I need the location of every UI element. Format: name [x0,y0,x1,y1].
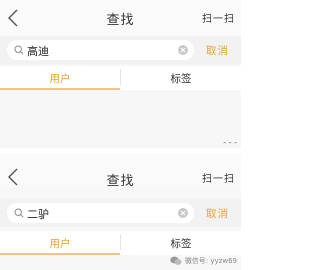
cancel-button[interactable]: 取消 [206,206,229,221]
search-input[interactable]: 高迪 [7,40,194,60]
tab-tag[interactable]: 标签 [121,71,241,86]
tab-tag[interactable]: 标签 [121,236,241,251]
search-query-text: 高迪 [27,45,49,58]
search-icon [14,45,24,55]
clear-icon[interactable] [178,45,188,55]
more-indicator: - - - [223,138,237,147]
tab-user[interactable]: 用户 [0,71,120,86]
watermark-text: 微信号: yyzw69 [184,257,237,265]
search-input[interactable]: 二驴 [7,203,194,223]
wechat-icon [170,256,182,265]
active-tab-indicator [0,253,120,255]
tab-user[interactable]: 用户 [0,236,120,251]
cancel-button[interactable]: 取消 [206,43,229,58]
watermark: 微信号: yyzw69 [170,256,237,266]
scan-button[interactable]: 扫一扫 [202,170,235,185]
clear-icon[interactable] [178,208,188,218]
search-row: 二驴 取消 [0,199,241,227]
navigation-bar: 查找 扫一扫 [0,154,241,189]
result-tabs: 用户 标签 [0,66,241,90]
search-query-text: 二驴 [27,208,49,221]
search-screen-1: 查找 扫一扫 高迪 取消 用户 标签 - - - [0,0,241,148]
search-screen-2: 查找 扫一扫 二驴 取消 用户 标签 微信号: yyzw69 [0,154,241,270]
result-tabs: 用户 标签 [0,231,241,255]
navigation-bar: 查找 扫一扫 [0,0,241,36]
search-icon [14,208,24,218]
scan-button[interactable]: 扫一扫 [202,10,235,25]
search-row: 高迪 取消 [0,36,241,64]
results-area: - - - [0,90,241,148]
